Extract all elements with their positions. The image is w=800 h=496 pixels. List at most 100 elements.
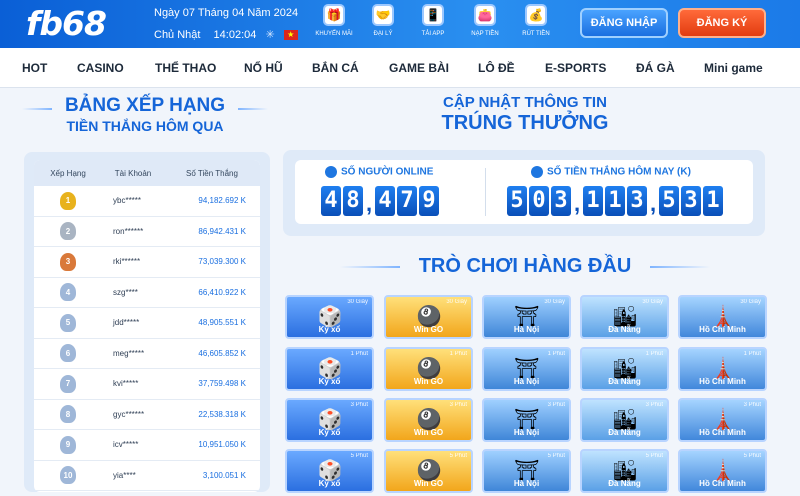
game-time: 1 Phút xyxy=(449,351,467,357)
game-card[interactable]: 1 Phút ⛩ Hà Nội xyxy=(482,347,571,391)
ranking-header: Xếp Hạng Tài Khoản Số Tiền Thắng xyxy=(34,160,260,186)
ranking-table: Xếp Hạng Tài Khoản Số Tiền Thắng 1 ybc***… xyxy=(34,160,260,492)
date-line: Ngày 07 Tháng 04 Năm 2024 xyxy=(154,7,299,19)
game-name: Win GO xyxy=(413,325,444,334)
gift-icon: 🎁 xyxy=(323,4,345,26)
weather-icon: ✳ xyxy=(265,29,275,41)
game-card[interactable]: 30 Giây 🎱 Win GO xyxy=(384,295,473,339)
phone-icon: 📱 xyxy=(422,4,444,26)
table-row: 1 ybc***** 94,182.692 K xyxy=(34,186,260,217)
register-button[interactable]: ĐĂNG KÝ xyxy=(678,8,766,38)
quick-link-app[interactable]: 📱 TẢI APP xyxy=(411,4,455,37)
game-time: 1 Phút xyxy=(547,351,565,357)
table-row: 8 gyc****** 22,538.318 K xyxy=(34,400,260,430)
game-name: Hồ Chí Minh xyxy=(699,428,746,437)
game-time: 3 Phút xyxy=(547,402,565,408)
winners-title: CẬP NHẬT THÔNG TIN xyxy=(443,94,607,111)
game-card[interactable]: 3 Phút 🎱 Win GO xyxy=(384,398,473,442)
quick-link-promotion[interactable]: 🎁 KHUYẾN MÃI xyxy=(312,4,356,37)
game-time: 30 Giây xyxy=(740,299,761,305)
money-counter: 5 0 3 , 1 1 3 , 5 3 1 xyxy=(507,186,723,222)
game-card[interactable]: 5 Phút 🏙 Đà Nẵng xyxy=(580,449,669,493)
nav-fishing[interactable]: BẮN CÁ xyxy=(312,61,359,75)
nav-mini-game[interactable]: Mini game xyxy=(704,61,763,75)
cash-icon: 💰 xyxy=(525,4,547,26)
game-time: 30 Giây xyxy=(544,299,565,305)
game-time: 5 Phút xyxy=(449,453,467,459)
game-time: 3 Phút xyxy=(645,402,663,408)
game-card[interactable]: 3 Phút ⛩ Hà Nội xyxy=(482,398,571,442)
table-row: 2 ron****** 86,942.431 K xyxy=(34,217,260,247)
game-card[interactable]: 30 Giây 🗼 Hồ Chí Minh xyxy=(678,295,767,339)
header: fb68 Ngày 07 Tháng 04 Năm 2024 Chủ Nhật … xyxy=(0,0,800,48)
rank-badge-icon: 4 xyxy=(60,283,76,302)
game-name: Kỳ xổ xyxy=(318,479,341,488)
game-card[interactable]: 30 Giây 🏙 Đà Nẵng xyxy=(580,295,669,339)
rank-badge-icon: 8 xyxy=(60,405,76,424)
game-time: 1 Phút xyxy=(645,351,663,357)
nav-cockfight[interactable]: ĐÁ GÀ xyxy=(636,61,675,75)
quick-link-agent[interactable]: 🤝 ĐẠI LÝ xyxy=(361,4,405,37)
game-name: Win GO xyxy=(413,377,444,386)
game-name: Kỳ xổ xyxy=(318,377,341,386)
game-time: 30 Giây xyxy=(642,299,663,305)
game-name: Hồ Chí Minh xyxy=(699,325,746,334)
nav-casino[interactable]: CASINO xyxy=(77,61,124,75)
wallet-icon: 👛 xyxy=(474,4,496,26)
game-card[interactable]: 1 Phút 🎲 Kỳ xổ xyxy=(285,347,374,391)
vietnam-flag-icon[interactable]: ★ xyxy=(283,30,298,41)
game-name: Hà Nội xyxy=(513,377,540,386)
table-row: 7 kvi***** 37,759.498 K xyxy=(34,369,260,400)
table-row: 5 jdd***** 48,905.551 K xyxy=(34,308,260,339)
rank-badge-icon: 6 xyxy=(60,344,76,363)
logo[interactable]: fb68 xyxy=(26,4,107,43)
game-card[interactable]: 3 Phút 🏙 Đà Nẵng xyxy=(580,398,669,442)
game-name: Kỳ xổ xyxy=(318,428,341,437)
nav-esports[interactable]: E-SPORTS xyxy=(545,61,606,75)
quick-link-withdraw[interactable]: 💰 RÚT TIỀN xyxy=(514,4,558,37)
users-icon xyxy=(325,166,337,178)
game-time: 5 Phút xyxy=(350,453,368,459)
nav-lottery[interactable]: LÔ ĐỀ xyxy=(478,61,515,75)
game-card[interactable]: 30 Giây 🎲 Kỳ xổ xyxy=(285,295,374,339)
online-counter: 4 8 , 4 7 9 xyxy=(321,186,439,222)
game-card[interactable]: 1 Phút 🗼 Hồ Chí Minh xyxy=(678,347,767,391)
game-card[interactable]: 1 Phút 🎱 Win GO xyxy=(384,347,473,391)
game-card[interactable]: 5 Phút ⛩ Hà Nội xyxy=(482,449,571,493)
divider xyxy=(485,168,486,216)
game-time: 1 Phút xyxy=(350,351,368,357)
nav-slots[interactable]: NỔ HŨ xyxy=(244,61,283,75)
game-name: Hà Nội xyxy=(513,479,540,488)
game-name: Hà Nội xyxy=(513,428,540,437)
game-time: 3 Phút xyxy=(350,402,368,408)
game-name: Đà Nẵng xyxy=(608,377,641,386)
table-row: 10 yia**** 3,100.051 K xyxy=(34,461,260,491)
clock: 14:02:04 xyxy=(213,29,257,41)
game-card[interactable]: 5 Phút 🎲 Kỳ xổ xyxy=(285,449,374,493)
game-card[interactable]: 3 Phút 🎲 Kỳ xổ xyxy=(285,398,374,442)
online-label: SỐ NGƯỜI ONLINE xyxy=(325,166,433,178)
game-card[interactable]: 5 Phút 🗼 Hồ Chí Minh xyxy=(678,449,767,493)
coin-icon xyxy=(531,166,543,178)
game-card[interactable]: 3 Phút 🗼 Hồ Chí Minh xyxy=(678,398,767,442)
handshake-icon: 🤝 xyxy=(372,4,394,26)
game-time: 30 Giây xyxy=(446,299,467,305)
game-name: Đà Nẵng xyxy=(608,479,641,488)
game-name: Hồ Chí Minh xyxy=(699,479,746,488)
day-label: Chủ Nhật xyxy=(154,29,201,41)
game-time: 30 Giây xyxy=(347,299,368,305)
game-time: 5 Phút xyxy=(547,453,565,459)
game-card[interactable]: 30 Giây ⛩ Hà Nội xyxy=(482,295,571,339)
game-card[interactable]: 5 Phút 🎱 Win GO xyxy=(384,449,473,493)
quick-link-deposit[interactable]: 👛 NẠP TIỀN xyxy=(463,4,507,37)
table-row: 6 meg***** 46,605.852 K xyxy=(34,339,260,369)
game-time: 3 Phút xyxy=(743,402,761,408)
nav-card-games[interactable]: GAME BÀI xyxy=(389,61,449,75)
game-card[interactable]: 1 Phút 🏙 Đà Nẵng xyxy=(580,347,669,391)
ranking-title: BẢNG XẾP HẠNG xyxy=(64,95,226,116)
nav-hot[interactable]: HOT xyxy=(22,61,47,75)
login-button[interactable]: ĐĂNG NHẬP xyxy=(580,8,668,38)
nav-sports[interactable]: THỂ THAO xyxy=(155,61,216,75)
stats-panel: SỐ NGƯỜI ONLINE 4 8 , 4 7 9 SỐ TIỀN THẮN… xyxy=(283,150,765,236)
rank-badge-icon: 7 xyxy=(60,374,76,393)
